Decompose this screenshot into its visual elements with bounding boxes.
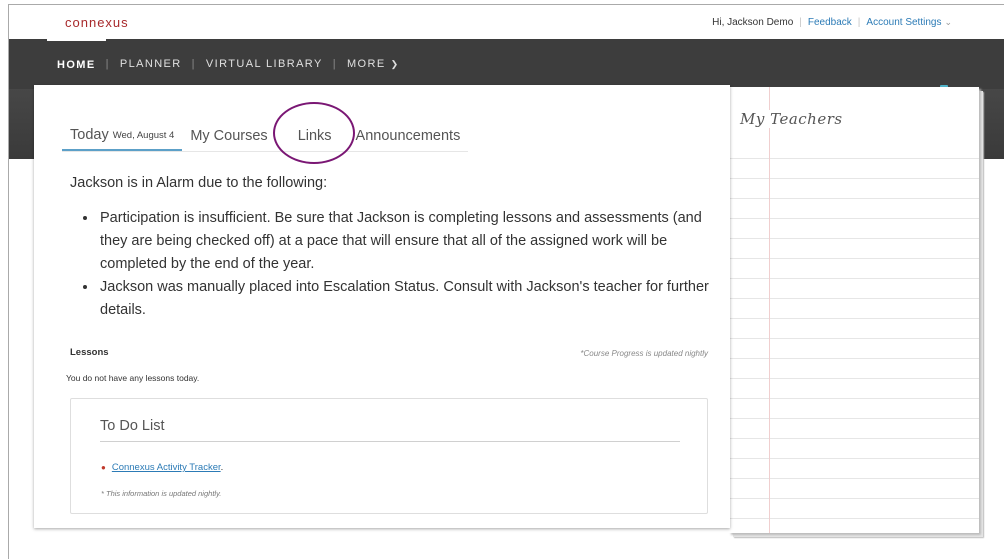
course-progress-note: *Course Progress is updated nightly [580,349,708,358]
alarm-heading: Jackson is in Alarm due to the following… [70,175,328,191]
divider: | [857,17,861,28]
list-item: Participation is insufficient. Be sure t… [98,207,718,276]
lessons-heading: Lessons [70,347,109,358]
todo-item-suffix: . [220,462,224,473]
tab-today-label: Today [70,127,109,143]
my-teachers-panel: My Teachers [729,87,979,533]
dashboard-tabs: Today Wed, August 4 My Courses Links Anno… [62,121,469,152]
chevron-down-icon[interactable]: ⌄ [944,17,952,27]
top-bar: connexus Hi, Jackson Demo | Feedback | Accou… [9,5,1004,39]
alarm-reasons: Participation is insufficient. Be sure t… [74,207,718,322]
nav-item-more-label: MORE [346,58,386,70]
main-nav-bar: HOME | PLANNER | VIRTUAL LIBRARY | MORE ❯ [9,39,1004,113]
todo-update-note: * This information is updated nightly. [101,489,222,498]
feedback-link[interactable]: Feedback [808,17,852,28]
today-date: Wed, August 4 [112,129,175,141]
nav-item-virtual-library[interactable]: VIRTUAL LIBRARY [196,39,333,89]
todo-list-title: To Do List [100,418,680,442]
divider: | [799,17,802,28]
nav-item-home[interactable]: HOME [47,39,106,89]
tab-announcements[interactable]: Announcements [348,121,469,150]
todo-list-card: To Do List ● Connexus Activity Tracker. *… [70,398,708,514]
main-nav: HOME | PLANNER | VIRTUAL LIBRARY | MORE ❯ [47,39,410,89]
tab-today[interactable]: Today Wed, August 4 [62,121,183,151]
list-item: ● Connexus Activity Tracker. [101,462,223,473]
app-frame: connexus Hi, Jackson Demo | Feedback | Accou… [8,4,1004,559]
no-lessons-text: You do not have any lessons today. [66,373,200,383]
chevron-down-icon: ❯ [390,58,400,69]
notebook-margin-line [769,87,770,533]
list-item: Jackson was manually placed into Escalat… [98,276,718,322]
greeting-text: Hi, Jackson Demo [712,17,794,28]
bullet-icon: ● [101,463,106,472]
my-teachers-title: My Teachers [740,110,847,128]
nav-item-planner[interactable]: PLANNER [110,39,192,89]
nav-item-more[interactable]: MORE ❯ [337,39,410,89]
connexus-logo[interactable]: connexus [65,15,129,30]
account-links: Hi, Jackson Demo | Feedback | Account Settin… [712,17,952,28]
dashboard-panel: Today Wed, August 4 My Courses Links Anno… [34,85,730,528]
tab-my-courses[interactable]: My Courses [182,121,275,150]
activity-tracker-link[interactable]: Connexus Activity Tracker [112,462,221,473]
annotation-circle [273,102,355,164]
account-settings-link[interactable]: Account Settings [866,17,941,28]
